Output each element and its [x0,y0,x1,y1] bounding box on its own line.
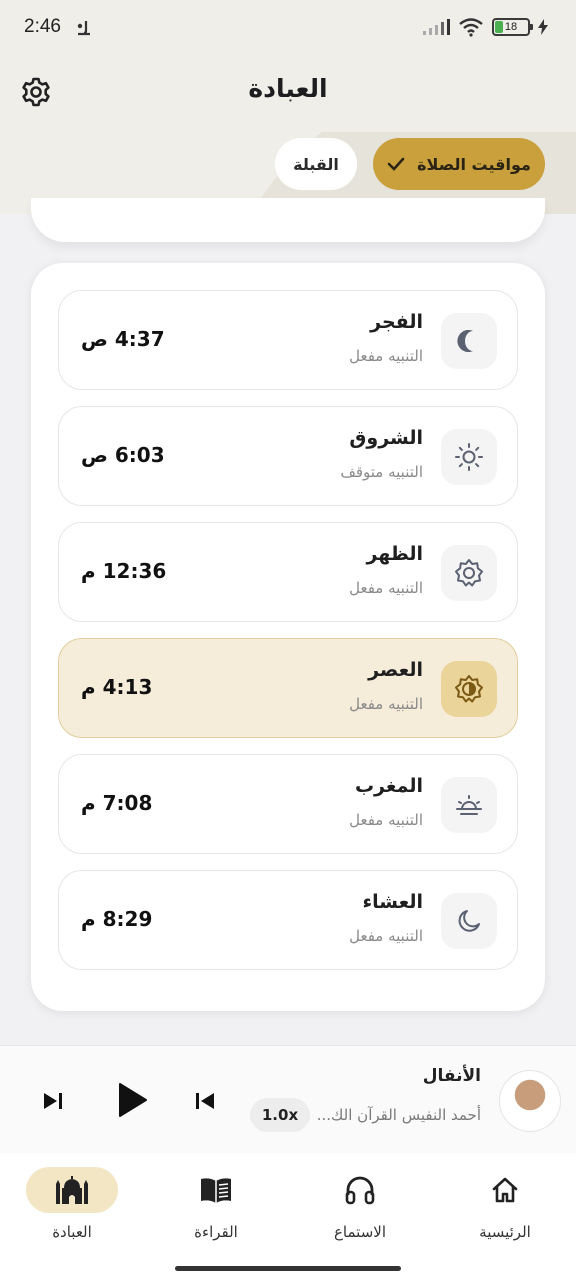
prayer-time: 4:37 ص [81,327,165,351]
headphones-icon [345,1176,375,1205]
prayer-row-isha[interactable]: العشاء التنبيه مفعل 8:29 م [58,870,518,970]
notification-icon [77,21,90,36]
wifi-icon [459,18,483,37]
prayer-times-card: الفجر التنبيه مفعل 4:37 ص الشروق التنبيه… [31,263,545,1011]
skip-next-icon [44,1093,62,1109]
alert-status: التنبيه مفعل [349,347,423,365]
reciter-avatar [499,1070,561,1132]
nav-label: القراءة [194,1223,238,1241]
nav-item-worship[interactable]: العبادة [12,1167,132,1257]
prayer-name: الظهر [366,543,423,565]
playback-speed-button[interactable]: 1.0x [250,1098,310,1132]
home-icon [492,1177,518,1203]
prayer-time: 12:36 م [81,559,167,583]
status-icons: 18 [422,17,548,37]
play-icon [119,1083,147,1117]
alert-status: التنبيه مفعل [349,811,423,829]
sun-gear-icon [441,545,497,601]
nav-label: الرئيسية [479,1223,531,1241]
next-track-button[interactable] [36,1084,70,1118]
prayer-row-dhuhr[interactable]: الظهر التنبيه مفعل 12:36 م [58,522,518,622]
tab-qibla[interactable]: القبلة [275,138,357,190]
mosque-icon [56,1176,88,1204]
previous-track-button[interactable] [188,1084,222,1118]
track-title: الأنفال [422,1066,481,1086]
track-artist: أحمد النفيس القرآن الك... [316,1106,481,1124]
prayer-name: الفجر [370,311,423,333]
prayer-row-shuruq[interactable]: الشروق التنبيه متوقف 6:03 ص [58,406,518,506]
moon-icon [441,313,497,369]
nav-item-listening[interactable]: الاستماع [300,1167,420,1257]
prayer-row-fajr[interactable]: الفجر التنبيه مفعل 4:37 ص [58,290,518,390]
tab-prayer-times[interactable]: مواقيت الصلاة [373,138,545,190]
prayer-name: المغرب [354,775,423,797]
bottom-navigation: الرئيسية الاستماع القراءة العبادة [0,1153,576,1280]
nav-item-home[interactable]: الرئيسية [445,1167,565,1257]
home-indicator [175,1266,401,1271]
page-title: العبادة [248,74,328,103]
battery-icon: 18 [492,18,533,36]
prayer-name: العصر [368,659,423,681]
tab-prayer-times-label: مواقيت الصلاة [417,154,531,174]
nav-item-reading[interactable]: القراءة [156,1167,276,1257]
status-bar: 2:46 18 [0,0,576,60]
app-header: العبادة [0,60,576,132]
status-time: 2:46 [24,16,61,37]
alert-status: التنبيه مفعل [349,579,423,597]
prayer-time: 8:29 م [81,907,153,931]
skip-previous-icon [196,1093,214,1109]
prayer-row-asr[interactable]: العصر التنبيه مفعل 4:13 م [58,638,518,738]
nav-label: العبادة [52,1223,92,1241]
half-sun-icon [441,661,497,717]
tab-qibla-label: القبلة [293,154,339,174]
checkmark-icon [387,157,405,171]
prayer-time: 7:08 م [81,791,153,815]
segment-tabs: مواقيت الصلاة القبلة [275,138,545,190]
alert-status: التنبيه مفعل [349,695,423,713]
previous-card-edge [31,198,545,242]
prayer-time: 4:13 م [81,675,153,699]
alert-status: التنبيه مفعل [349,927,423,945]
prayer-name: العشاء [362,891,423,913]
prayer-time: 6:03 ص [81,443,165,467]
sun-icon [441,429,497,485]
sunset-icon [441,777,497,833]
book-icon [201,1178,231,1203]
nav-label: الاستماع [333,1223,386,1241]
mini-player[interactable]: الأنفال أحمد النفيس القرآن الك... 1.0x [0,1045,576,1153]
signal-icon [423,19,450,35]
crescent-icon [441,893,497,949]
play-button[interactable] [108,1076,156,1124]
prayer-name: الشروق [349,427,423,449]
alert-status: التنبيه متوقف [340,463,423,481]
prayer-row-maghrib[interactable]: المغرب التنبيه مفعل 7:08 م [58,754,518,854]
charging-icon [538,19,548,35]
